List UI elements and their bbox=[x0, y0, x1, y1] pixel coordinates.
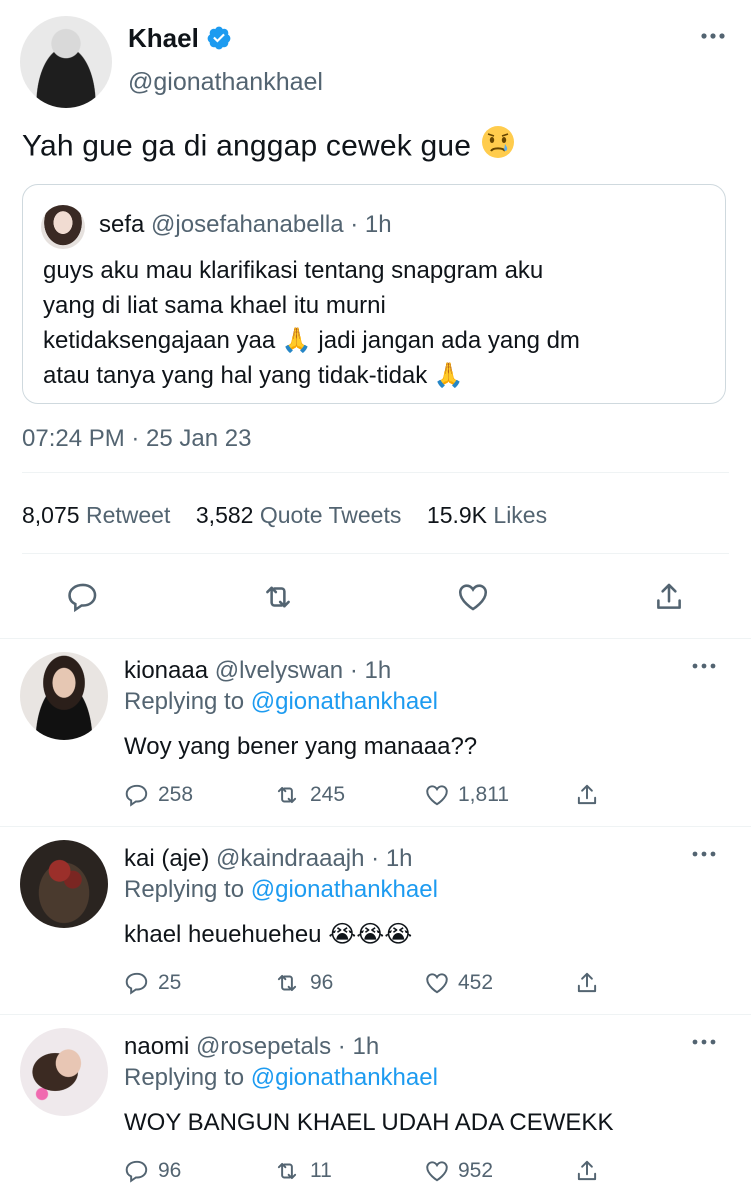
quote-label[interactable]: Quote Tweets bbox=[260, 502, 402, 528]
sad-face-emoji-icon bbox=[480, 124, 516, 171]
reply-tweet[interactable]: kionaaa @lvelyswan · 1h Replying to @gio… bbox=[0, 640, 751, 828]
like-action[interactable]: 952 bbox=[424, 1158, 493, 1184]
reply-header: naomi @rosepetals · 1h bbox=[124, 1032, 379, 1062]
more-options-icon[interactable] bbox=[700, 32, 726, 40]
quoted-line: ketidaksengajaan yaa 🙏 jadi jangan ada y… bbox=[43, 327, 580, 354]
like-action[interactable]: 452 bbox=[424, 970, 493, 996]
quoted-author-name: sefa bbox=[99, 211, 145, 238]
like-count[interactable]: 15.9K bbox=[427, 502, 487, 528]
replying-to-label: Replying to bbox=[124, 688, 245, 715]
like-count: 952 bbox=[458, 1159, 494, 1182]
replying-to: Replying to @gionathankhael bbox=[124, 1062, 438, 1094]
retweet-count[interactable]: 8,075 bbox=[22, 502, 80, 528]
tweet-stats: 8,075 Retweet 3,582 Quote Tweets 15.9K L… bbox=[22, 500, 547, 530]
reply-text: khael heuehueheu 😭😭😭 bbox=[124, 921, 413, 948]
share-action[interactable] bbox=[574, 782, 608, 808]
verified-badge-icon bbox=[206, 25, 232, 51]
retweet-icon bbox=[272, 1158, 302, 1184]
quoted-handle-time: @josefahanabella · 1h bbox=[151, 211, 392, 238]
divider bbox=[0, 638, 751, 639]
share-icon[interactable] bbox=[652, 580, 686, 614]
reply-avatar[interactable] bbox=[20, 1028, 108, 1116]
reply-count: 96 bbox=[158, 1159, 182, 1182]
replying-to-link[interactable]: @gionathankhael bbox=[251, 688, 438, 715]
tweet-timestamp[interactable]: 07:24 PM · 25 Jan 23 bbox=[22, 424, 251, 454]
retweet-label[interactable]: Retweet bbox=[86, 502, 170, 528]
divider bbox=[0, 1014, 751, 1015]
quoted-tweet[interactable]: sefa @josefahanabella · 1h guys aku mau … bbox=[22, 184, 726, 404]
like-label[interactable]: Likes bbox=[493, 502, 547, 528]
quoted-header: sefa @josefahanabella · 1h bbox=[99, 210, 392, 240]
reply-author-name[interactable]: naomi bbox=[124, 1033, 189, 1060]
reply-icon bbox=[124, 782, 150, 808]
reply-handle-time[interactable]: @lvelyswan · 1h bbox=[215, 657, 391, 684]
quoted-line: guys aku mau klarifikasi tentang snapgra… bbox=[43, 257, 544, 284]
share-action[interactable] bbox=[574, 1158, 608, 1184]
author-handle[interactable]: @gionathankhael bbox=[128, 66, 323, 98]
quoted-line: atau tanya yang hal yang tidak-tidak 🙏 bbox=[43, 362, 464, 389]
replying-to: Replying to @gionathankhael bbox=[124, 874, 438, 906]
replying-to: Replying to @gionathankhael bbox=[124, 686, 438, 718]
author-avatar[interactable] bbox=[20, 16, 112, 108]
reply-icon[interactable] bbox=[66, 580, 100, 614]
retweet-icon bbox=[272, 970, 302, 996]
quoted-text: guys aku mau klarifikasi tentang snapgra… bbox=[43, 253, 723, 393]
retweet-count: 96 bbox=[310, 971, 334, 994]
reply-count: 258 bbox=[158, 783, 194, 806]
reply-tweet[interactable]: naomi @rosepetals · 1h Replying to @gion… bbox=[0, 1016, 751, 1200]
retweet-count: 245 bbox=[310, 783, 346, 806]
divider bbox=[22, 472, 729, 473]
like-count: 1,811 bbox=[458, 783, 509, 806]
share-action[interactable] bbox=[574, 970, 608, 996]
like-icon bbox=[424, 970, 450, 996]
like-icon[interactable] bbox=[456, 580, 490, 614]
reply-avatar[interactable] bbox=[20, 652, 108, 740]
quoted-line: yang di liat sama khael itu murni bbox=[43, 292, 386, 319]
retweet-action[interactable]: 245 bbox=[272, 782, 345, 808]
retweet-count: 11 bbox=[310, 1159, 332, 1182]
replying-to-label: Replying to bbox=[124, 876, 245, 903]
share-icon bbox=[574, 782, 600, 808]
like-action[interactable]: 1,811 bbox=[424, 782, 509, 808]
like-count: 452 bbox=[458, 971, 494, 994]
reply-header: kionaaa @lvelyswan · 1h bbox=[124, 656, 391, 686]
reply-author-name[interactable]: kionaaa bbox=[124, 657, 208, 684]
share-icon bbox=[574, 970, 600, 996]
share-icon bbox=[574, 1158, 600, 1184]
reply-text: Woy yang bener yang manaaa?? bbox=[124, 733, 478, 760]
reply-author-name[interactable]: kai (aje) bbox=[124, 845, 209, 872]
retweet-icon[interactable] bbox=[260, 580, 296, 614]
divider bbox=[0, 826, 751, 827]
reply-count: 25 bbox=[158, 971, 182, 994]
replying-to-label: Replying to bbox=[124, 1064, 245, 1091]
replying-to-link[interactable]: @gionathankhael bbox=[251, 1064, 438, 1091]
reply-handle-time[interactable]: @kaindraaajh · 1h bbox=[216, 845, 412, 872]
retweet-action[interactable]: 96 bbox=[272, 970, 333, 996]
retweet-icon bbox=[272, 782, 302, 808]
reply-action[interactable]: 25 bbox=[124, 970, 181, 996]
quote-count[interactable]: 3,582 bbox=[196, 502, 254, 528]
replying-to-link[interactable]: @gionathankhael bbox=[251, 876, 438, 903]
like-icon bbox=[424, 782, 450, 808]
divider bbox=[22, 553, 729, 554]
reply-header: kai (aje) @kaindraaajh · 1h bbox=[124, 844, 413, 874]
reply-action[interactable]: 96 bbox=[124, 1158, 181, 1184]
tweet-text: Yah gue ga di anggap cewek gue bbox=[22, 124, 516, 171]
more-options-icon[interactable] bbox=[692, 850, 716, 858]
author-name[interactable]: Khael bbox=[128, 22, 199, 54]
main-tweet: Khael @gionathankhael Yah gue ga di angg… bbox=[0, 0, 751, 640]
reply-icon bbox=[124, 970, 150, 996]
reply-icon bbox=[124, 1158, 150, 1184]
more-options-icon[interactable] bbox=[692, 662, 716, 670]
reply-avatar[interactable] bbox=[20, 840, 108, 928]
retweet-action[interactable]: 11 bbox=[272, 1158, 332, 1184]
quoted-author-avatar bbox=[41, 205, 85, 249]
like-icon bbox=[424, 1158, 450, 1184]
more-options-icon[interactable] bbox=[692, 1038, 716, 1046]
reply-action[interactable]: 258 bbox=[124, 782, 193, 808]
reply-tweet[interactable]: kai (aje) @kaindraaajh · 1h Replying to … bbox=[0, 828, 751, 1016]
reply-text: WOY BANGUN KHAEL UDAH ADA CEWEKK bbox=[124, 1109, 614, 1136]
reply-handle-time[interactable]: @rosepetals · 1h bbox=[196, 1033, 379, 1060]
tweet-text-content: Yah gue ga di anggap cewek gue bbox=[22, 129, 472, 163]
